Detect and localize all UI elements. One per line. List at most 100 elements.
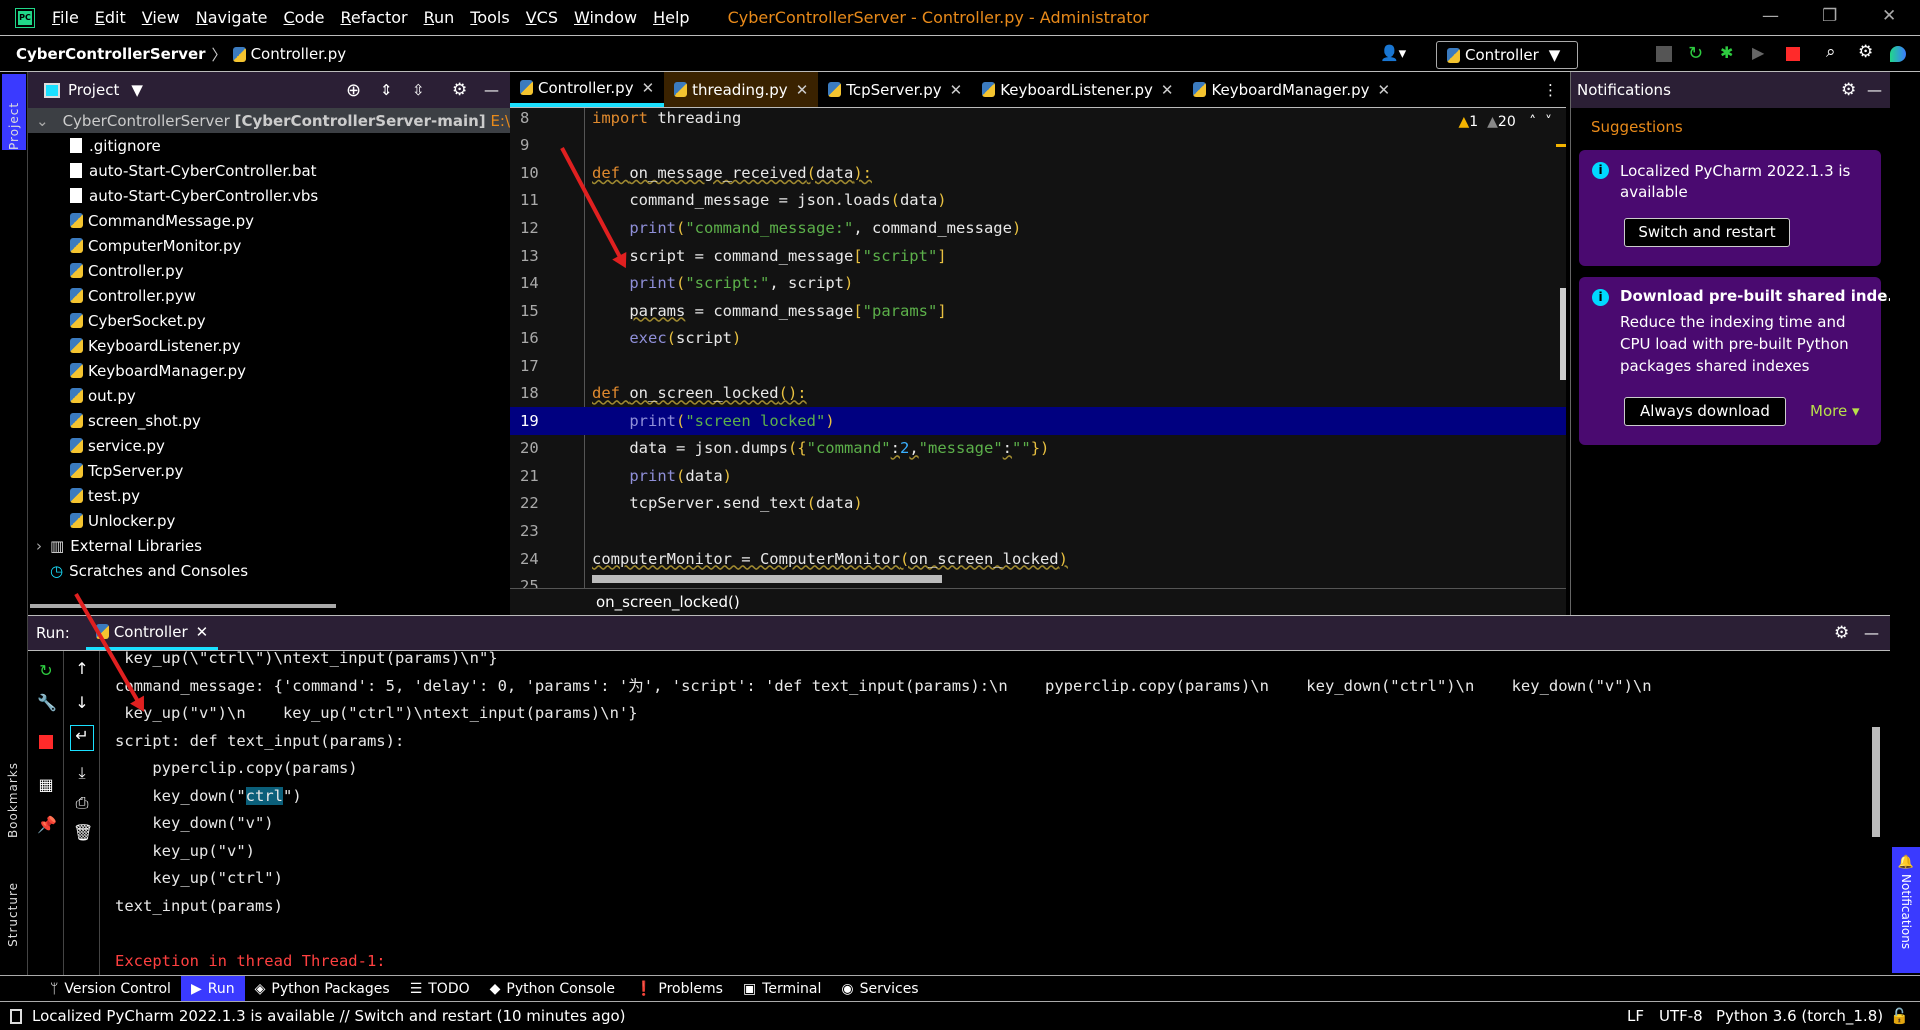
menu-edit[interactable]: Edit	[95, 8, 126, 27]
chevron-down-icon[interactable]: ▼	[131, 81, 143, 99]
minimize-button[interactable]: —	[1762, 6, 1779, 26]
wrench-icon[interactable]: 🔧	[37, 693, 57, 712]
editor-tab[interactable]: Controller.py ✕	[510, 72, 665, 107]
close-icon[interactable]: ✕	[642, 79, 655, 97]
tree-file[interactable]: screen_shot.py	[28, 408, 510, 433]
tree-file[interactable]: out.py	[28, 383, 510, 408]
tree-file[interactable]: CyberSocket.py	[28, 308, 510, 333]
up-arrow-icon[interactable]: ↑	[73, 659, 91, 678]
editor-tab[interactable]: KeyboardManager.py ✕	[1183, 72, 1400, 107]
hide-icon[interactable]: —	[484, 81, 499, 99]
hide-icon[interactable]: —	[1867, 81, 1882, 99]
gear-icon[interactable]: ⚙	[1834, 623, 1849, 643]
close-button[interactable]: ✕	[1882, 6, 1896, 26]
soft-wrap-icon[interactable]: ↵	[70, 725, 94, 751]
menu-run[interactable]: Run	[424, 8, 455, 27]
tree-file[interactable]: Controller.pyw	[28, 283, 510, 308]
horizontal-scrollbar[interactable]	[30, 604, 336, 608]
always-download-button[interactable]: Always download	[1624, 397, 1786, 426]
project-tool-button[interactable]: Project	[2, 74, 26, 150]
menu-help[interactable]: Help	[653, 8, 689, 27]
close-icon[interactable]: ✕	[1378, 81, 1391, 99]
build-icon[interactable]	[1656, 46, 1672, 62]
tree-file[interactable]: KeyboardManager.py	[28, 358, 510, 383]
trash-icon[interactable]: 🗑	[73, 823, 93, 842]
chevron-right-icon[interactable]: ›	[36, 537, 42, 555]
tree-file[interactable]: .gitignore	[28, 133, 510, 158]
editor-breadcrumb[interactable]: on_screen_locked()	[510, 588, 1566, 615]
status-message[interactable]: Localized PyCharm 2022.1.3 is available …	[32, 1007, 626, 1025]
gear-icon[interactable]: ⚙	[1858, 42, 1874, 62]
more-dropdown[interactable]: More ▾	[1810, 402, 1860, 420]
stop-icon[interactable]	[1786, 47, 1800, 61]
tree-file[interactable]: ComputerMonitor.py	[28, 233, 510, 258]
tool-tab-version-control[interactable]: ᛘ Version Control	[40, 976, 181, 1001]
menu-refactor[interactable]: Refactor	[340, 8, 407, 27]
menu-vcs[interactable]: VCS	[526, 8, 558, 27]
tree-file[interactable]: TcpServer.py	[28, 458, 510, 483]
tool-tab-python-console[interactable]: ◆ Python Console	[480, 976, 625, 1001]
tree-file[interactable]: Controller.py	[28, 258, 510, 283]
tree-external-libraries[interactable]: › ▥ External Libraries	[28, 533, 510, 558]
close-icon[interactable]: ✕	[950, 81, 963, 99]
tree-file[interactable]: CommandMessage.py	[28, 208, 510, 233]
vertical-scrollbar[interactable]	[1872, 727, 1880, 837]
tree-file[interactable]: KeyboardListener.py	[28, 333, 510, 358]
pin-icon[interactable]: 📌	[37, 815, 57, 834]
tree-file[interactable]: auto-Start-CyberController.bat	[28, 158, 510, 183]
jetbrains-icon[interactable]	[1890, 46, 1906, 62]
menu-view[interactable]: View	[142, 8, 180, 27]
bookmarks-tool-button[interactable]: Bookmarks	[6, 762, 20, 842]
status-toggle-icon[interactable]	[10, 1008, 22, 1024]
tool-tab-services[interactable]: ◉ Services	[831, 976, 928, 1001]
gear-icon[interactable]: ⚙	[1841, 80, 1856, 100]
expand-all-icon[interactable]: ⇕	[380, 81, 393, 99]
scroll-to-end-icon[interactable]: ⤓	[73, 763, 91, 782]
run-config-select[interactable]: Controller ▼	[1436, 41, 1578, 69]
tree-file[interactable]: Unlocker.py	[28, 508, 510, 533]
tool-tab-python-packages[interactable]: ◈ Python Packages	[245, 976, 400, 1001]
structure-tool-button[interactable]: Structure	[6, 882, 20, 951]
breadcrumb-file[interactable]: Controller.py	[251, 45, 347, 63]
menu-code[interactable]: Code	[284, 8, 325, 27]
locate-icon[interactable]: ⊕	[346, 80, 361, 101]
menu-navigate[interactable]: Navigate	[196, 8, 268, 27]
notifications-tool-button[interactable]: 🔔 Notifications	[1892, 847, 1920, 973]
hide-icon[interactable]: —	[1864, 624, 1879, 642]
lock-icon[interactable]: 🔓	[1890, 1007, 1909, 1025]
editor-tab[interactable]: KeyboardListener.py ✕	[972, 72, 1183, 107]
menu-tools[interactable]: Tools	[470, 8, 509, 27]
user-icon[interactable]: 👤▾	[1380, 44, 1406, 62]
editor-tab[interactable]: TcpServer.py ✕	[818, 72, 972, 107]
tree-scratches[interactable]: ◷ Scratches and Consoles	[28, 558, 510, 583]
chevron-down-icon[interactable]: ⌄	[36, 112, 49, 130]
tree-root[interactable]: ⌄ CyberControllerServer [CyberController…	[28, 108, 510, 133]
gear-icon[interactable]: ⚙	[452, 80, 467, 100]
menu-window[interactable]: Window	[574, 8, 637, 27]
debug-icon[interactable]: ✱	[1720, 43, 1736, 62]
code-editor[interactable]: ▲1 ▲20 ˄ ˅ 8 import threading 9 10 def on_me…	[510, 108, 1566, 588]
breadcrumb-project[interactable]: CyberControllerServer	[16, 45, 206, 63]
close-icon[interactable]: ✕	[796, 81, 809, 99]
tool-tab-todo[interactable]: ☰ TODO	[400, 976, 480, 1001]
line-separator-widget[interactable]: LF	[1627, 1007, 1644, 1025]
interpreter-widget[interactable]: Python 3.6 (torch_1.8)	[1716, 1007, 1883, 1025]
tool-tab-terminal[interactable]: ▣ Terminal	[733, 976, 831, 1001]
close-icon[interactable]: ✕	[196, 623, 209, 641]
collapse-all-icon[interactable]: ⇳	[412, 81, 425, 99]
print-icon[interactable]: ⎙	[73, 793, 91, 812]
close-icon[interactable]: ✕	[1161, 81, 1174, 99]
more-tabs-icon[interactable]: ⋮	[1543, 81, 1558, 99]
coverage-icon[interactable]: ▶	[1752, 43, 1768, 62]
layout-icon[interactable]: ▦	[37, 775, 55, 794]
project-view-select[interactable]: Project	[68, 81, 119, 99]
down-arrow-icon[interactable]: ↓	[73, 693, 91, 712]
rerun-icon[interactable]: ↻	[1688, 43, 1704, 64]
menu-file[interactable]: File	[52, 8, 79, 27]
rerun-icon[interactable]: ↻	[37, 661, 55, 680]
tool-tab-run[interactable]: ▶ Run	[180, 976, 245, 1001]
switch-and-restart-button[interactable]: Switch and restart	[1624, 218, 1790, 247]
tree-file[interactable]: test.py	[28, 483, 510, 508]
restore-button[interactable]: ❐	[1822, 6, 1837, 26]
tree-file[interactable]: service.py	[28, 433, 510, 458]
